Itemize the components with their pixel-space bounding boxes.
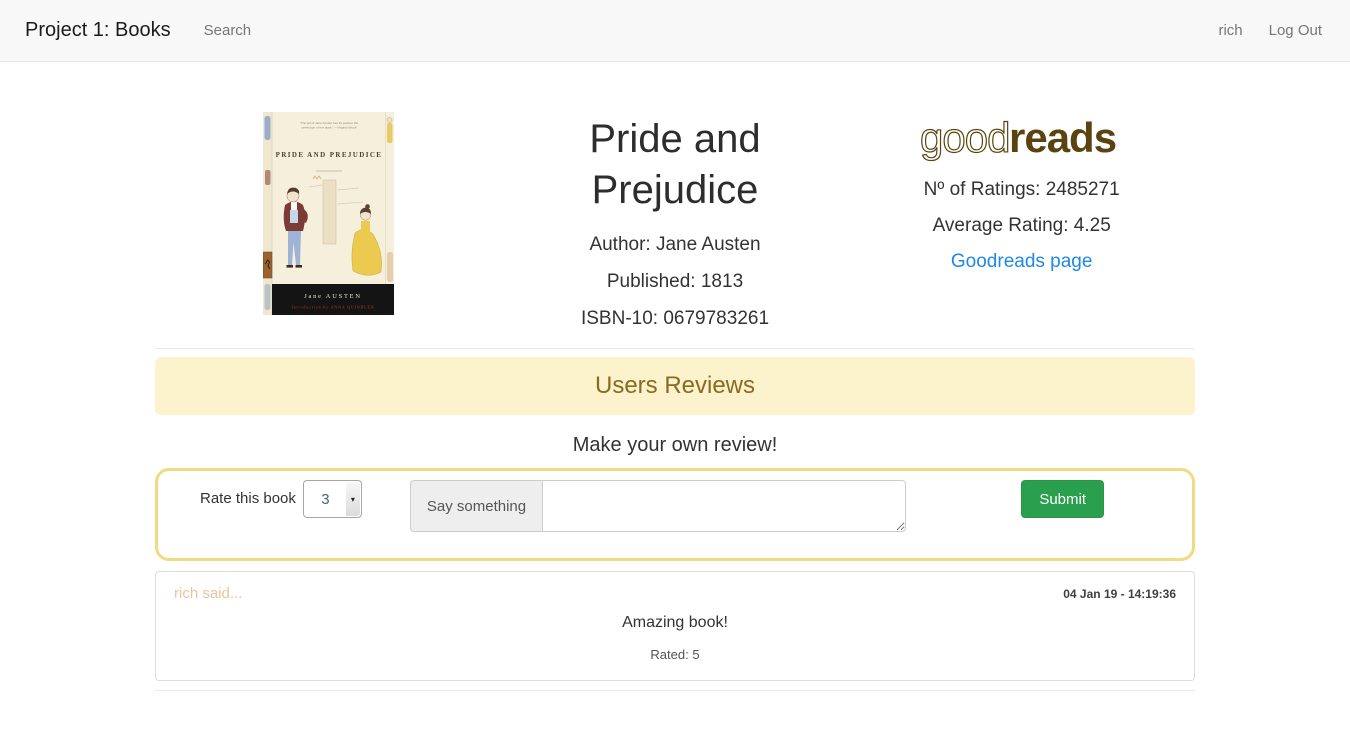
goodreads-column: good reads Nº of Ratings: 2485271 Averag… bbox=[848, 112, 1195, 330]
submit-button[interactable]: Submit bbox=[1021, 480, 1104, 518]
review-card-header: rich said... 04 Jan 19 - 14:19:36 bbox=[174, 585, 1176, 602]
logout-link[interactable]: Log Out bbox=[1269, 22, 1322, 39]
comment-textarea[interactable] bbox=[542, 480, 906, 532]
navbar-brand[interactable]: Project 1: Books bbox=[0, 19, 171, 42]
review-rating: Rated: 5 bbox=[174, 647, 1176, 662]
cover-quote-line1: "The wit of Jane Austen has for partner … bbox=[300, 121, 359, 125]
make-review-heading: Make your own review! bbox=[155, 434, 1195, 457]
say-something-addon: Say something bbox=[410, 480, 542, 532]
book-author-line: Author: Jane Austen bbox=[502, 234, 849, 256]
cover-author: Jane AUSTEN bbox=[304, 293, 362, 300]
users-reviews-banner: Users Reviews bbox=[155, 357, 1195, 415]
book-cover-image: "The wit of Jane Austen has for partner … bbox=[263, 112, 394, 315]
cover-quote-line2: perfection of her taste." —Virginia Wool… bbox=[301, 126, 356, 130]
review-form: Rate this book 3 ▾ Say something Submit bbox=[155, 468, 1195, 561]
book-published-line: Published: 1813 bbox=[502, 271, 849, 293]
book-title: Pride and Prejudice bbox=[520, 114, 830, 216]
goodreads-logo-good: good bbox=[920, 114, 1009, 161]
comment-input-group: Say something bbox=[410, 480, 906, 532]
rate-label: Rate this book bbox=[200, 480, 296, 518]
ratings-count-line: Nº of Ratings: 2485271 bbox=[848, 179, 1195, 201]
nav-search-link[interactable]: Search bbox=[204, 22, 252, 39]
navbar-username: rich bbox=[1218, 22, 1242, 39]
book-info-column: Pride and Prejudice Author: Jane Austen … bbox=[502, 112, 849, 330]
book-cover-column: "The wit of Jane Austen has for partner … bbox=[155, 112, 502, 330]
cover-title: PRIDE AND PREJUDICE bbox=[275, 151, 382, 159]
rating-select[interactable]: 3 bbox=[303, 480, 362, 518]
goodreads-logo-reads: reads bbox=[1009, 114, 1116, 161]
cover-introduction: Introduction by ANNA QUINDLEN bbox=[291, 306, 374, 310]
main-content: "The wit of Jane Austen has for partner … bbox=[155, 112, 1195, 691]
book-header-row: "The wit of Jane Austen has for partner … bbox=[155, 112, 1195, 330]
navbar-right: rich Log Out bbox=[1218, 22, 1350, 39]
book-isbn-line: ISBN-10: 0679783261 bbox=[502, 308, 849, 330]
navbar: Project 1: Books Search rich Log Out bbox=[0, 0, 1350, 62]
review-card: rich said... 04 Jan 19 - 14:19:36 Amazin… bbox=[155, 571, 1195, 681]
divider-top bbox=[155, 348, 1195, 349]
divider-bottom bbox=[155, 690, 1195, 691]
rating-select-wrap: 3 ▾ bbox=[303, 480, 362, 518]
review-text: Amazing book! bbox=[174, 614, 1176, 632]
goodreads-logo: good reads bbox=[920, 112, 1124, 164]
average-rating-line: Average Rating: 4.25 bbox=[848, 215, 1195, 237]
review-author: rich said... bbox=[174, 585, 242, 602]
goodreads-page-link[interactable]: Goodreads page bbox=[951, 251, 1093, 273]
review-timestamp: 04 Jan 19 - 14:19:36 bbox=[1063, 587, 1176, 601]
